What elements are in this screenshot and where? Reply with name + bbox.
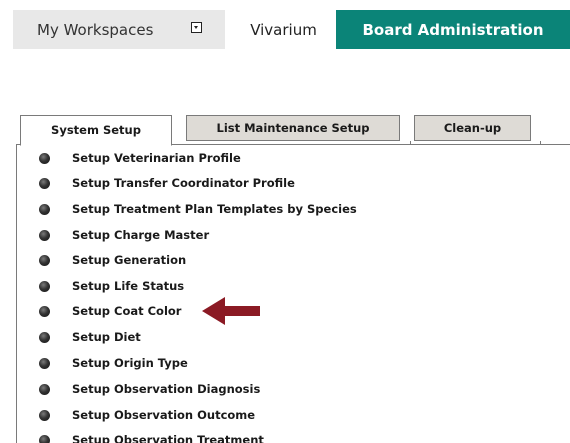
tab-clean-up-label: Clean-up [443,121,502,135]
menu-item-label: Setup Generation [72,253,187,267]
board-administration-tab[interactable]: Board Administration [336,10,570,49]
menu-item-veterinarian-profile[interactable]: Setup Veterinarian Profile [39,148,241,168]
bullet-icon [39,434,50,443]
tab-clean-up[interactable]: Clean-up [414,115,531,141]
dropdown-arrow-icon[interactable] [191,22,202,33]
bullet-icon [39,152,50,164]
menu-item-coat-color[interactable]: Setup Coat Color [39,301,181,321]
system-setup-menu: Setup Veterinarian Profile Setup Transfe… [0,145,570,443]
menu-item-label: Setup Observation Outcome [72,408,256,422]
menu-item-label: Setup Observation Treatment [72,433,264,443]
tab-system-setup[interactable]: System Setup [20,115,172,146]
bullet-icon [39,203,50,215]
menu-item-label: Setup Treatment Plan Templates by Specie… [72,202,357,216]
menu-item-charge-master[interactable]: Setup Charge Master [39,225,209,245]
menu-item-label: Setup Life Status [72,279,185,293]
menu-item-generation[interactable]: Setup Generation [39,250,186,270]
menu-item-label: Setup Coat Color [72,304,182,318]
top-navigation: My Workspaces Vivarium Board Administrat… [0,0,570,50]
bullet-icon [39,331,50,343]
menu-item-label: Setup Origin Type [72,356,188,370]
bullet-icon [39,305,50,317]
menu-item-treatment-plan-templates[interactable]: Setup Treatment Plan Templates by Specie… [39,199,357,219]
menu-item-observation-treatment[interactable]: Setup Observation Treatment [39,430,264,443]
menu-item-label: Setup Transfer Coordinator Profile [72,176,295,190]
menu-item-label: Setup Charge Master [72,228,210,242]
setup-tab-bar: System Setup List Maintenance Setup Clea… [0,110,570,146]
bullet-icon [39,280,50,292]
bullet-icon [39,254,50,266]
menu-item-label: Setup Diet [72,330,141,344]
bullet-icon [39,177,50,189]
bullet-icon [39,357,50,369]
vivarium-label: Vivarium [250,20,317,39]
bullet-icon [39,409,50,421]
red-arrow-icon [202,297,260,325]
menu-item-diet[interactable]: Setup Diet [39,327,141,347]
red-arrow-shape [202,297,260,325]
my-workspaces-tab[interactable]: My Workspaces [13,10,225,49]
menu-item-life-status[interactable]: Setup Life Status [39,276,184,296]
tab-list-maintenance-setup[interactable]: List Maintenance Setup [186,115,400,141]
bullet-icon [39,229,50,241]
menu-item-label: Setup Veterinarian Profile [72,151,241,165]
menu-item-observation-outcome[interactable]: Setup Observation Outcome [39,405,255,425]
tab-list-maintenance-label: List Maintenance Setup [216,121,370,135]
my-workspaces-label: My Workspaces [37,20,154,39]
menu-item-transfer-coordinator-profile[interactable]: Setup Transfer Coordinator Profile [39,173,295,193]
menu-item-label: Setup Observation Diagnosis [72,382,261,396]
board-administration-label: Board Administration [362,20,544,39]
bullet-icon [39,383,50,395]
vivarium-tab[interactable]: Vivarium [231,10,336,49]
menu-item-origin-type[interactable]: Setup Origin Type [39,353,188,373]
tab-system-setup-label: System Setup [51,122,141,137]
menu-item-observation-diagnosis[interactable]: Setup Observation Diagnosis [39,379,260,399]
